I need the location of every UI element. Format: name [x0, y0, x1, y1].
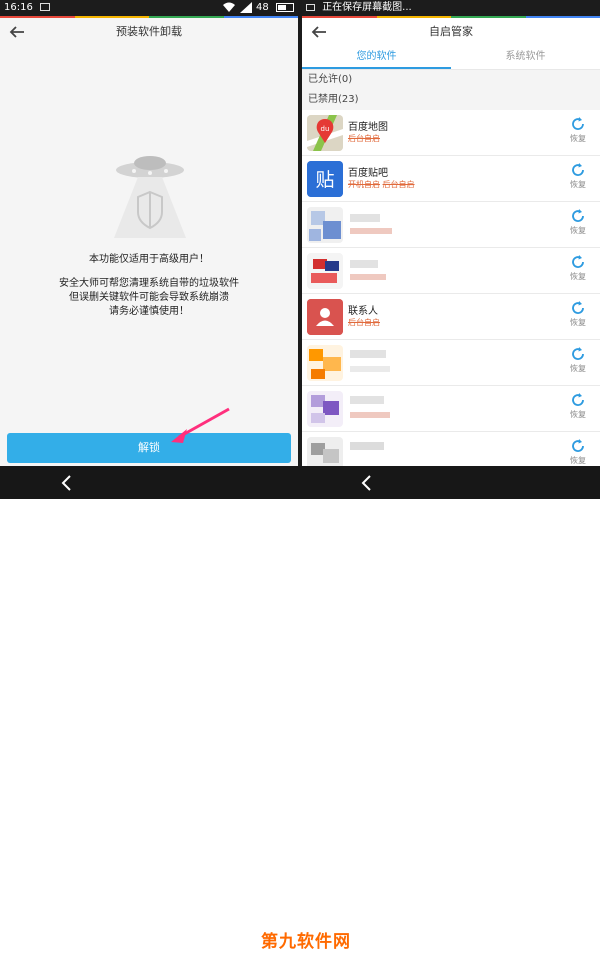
- app-autostart-status: 开机自启 后台自启: [348, 180, 415, 189]
- right-screen: 正在保存屏幕截图... 自启管家 您的软件 系统软件 已允许(0) 已禁用(23…: [302, 0, 600, 466]
- contacts-icon: [307, 299, 343, 335]
- status-bar: 正在保存屏幕截图...: [302, 0, 600, 16]
- restore-label: 恢复: [570, 456, 586, 465]
- status-time: 16:16: [4, 2, 33, 13]
- blurred-app-icon: [307, 391, 343, 427]
- blurred-text: [350, 260, 378, 268]
- section-allowed: 已允许(0): [302, 70, 600, 90]
- list-item: 恢复: [302, 248, 600, 294]
- notice-line: 安全大师可帮您清理系统自带的垃圾软件: [59, 278, 239, 289]
- restore-icon: [572, 439, 584, 452]
- restore-icon: [572, 209, 584, 222]
- list-item: 恢复: [302, 340, 600, 386]
- restore-label: 恢复: [570, 364, 586, 373]
- blurred-text: [350, 228, 392, 234]
- blurred-app-icon: [307, 253, 343, 289]
- restore-icon: [572, 393, 584, 406]
- blurred-app-icon: [307, 437, 343, 466]
- list-item: 恢复: [302, 202, 600, 248]
- restore-label: 恢复: [570, 272, 586, 281]
- app-autostart-status: 后台自启: [348, 134, 380, 143]
- restore-label: 恢复: [570, 180, 586, 189]
- restore-button[interactable]: 恢复: [566, 254, 590, 282]
- baidu-map-icon: du: [307, 115, 343, 151]
- status-notification: 正在保存屏幕截图...: [322, 2, 412, 13]
- restore-label: 恢复: [570, 410, 586, 419]
- list-item: 联系人 后台自启 恢复: [302, 294, 600, 340]
- blurred-text: [350, 396, 384, 404]
- blurred-text: [350, 412, 390, 418]
- notice-title: 本功能仅适用于高级用户！: [89, 254, 209, 265]
- tab-your-apps[interactable]: 您的软件: [302, 46, 451, 69]
- screenshot-icon: [306, 3, 315, 11]
- navigation-bar: 第九软件网 WWW.D9SOFT.COM: [0, 466, 600, 960]
- baidu-tieba-icon: 贴: [307, 161, 343, 197]
- ufo-shield-illustration: [100, 150, 200, 242]
- page-title: 自启管家: [429, 25, 473, 38]
- restore-button[interactable]: 恢复: [566, 438, 590, 466]
- restore-button[interactable]: 恢复: [566, 208, 590, 236]
- app-list: du 百度地图 后台自启 恢复 贴 百度贴吧 开机自启 后台自启 恢复 恢复 恢…: [302, 110, 600, 466]
- restore-label: 恢复: [570, 318, 586, 327]
- app-autostart-status: 后台自启: [348, 318, 380, 327]
- blurred-text: [350, 274, 386, 280]
- signal-icon: [240, 2, 252, 19]
- list-item: du 百度地图 后台自启 恢复: [302, 110, 600, 156]
- svg-text:贴: 贴: [315, 169, 334, 191]
- watermark-logo: 第九软件网 WWW.D9SOFT.COM: [251, 933, 361, 961]
- app-name: 百度贴吧: [348, 168, 388, 179]
- notice-line: 请务必谨慎使用！: [109, 306, 189, 317]
- back-arrow-icon[interactable]: [8, 23, 26, 41]
- page-title: 预装软件卸载: [116, 25, 182, 38]
- tab-system-apps[interactable]: 系统软件: [451, 46, 600, 69]
- nav-back-icon[interactable]: [358, 474, 376, 492]
- list-item: 恢复: [302, 432, 600, 466]
- restore-button[interactable]: 恢复: [566, 346, 590, 374]
- blurred-text: [350, 442, 384, 450]
- restore-label: 恢复: [570, 134, 586, 143]
- app-name: 联系人: [348, 306, 378, 317]
- signal-value: 48: [256, 2, 269, 13]
- left-screen: 16:16 48 预装软件卸载 本功能仅适用于高级用户！ 安全大师可帮您清理系统: [0, 0, 298, 466]
- back-arrow-icon[interactable]: [310, 23, 328, 41]
- svg-text:du: du: [321, 125, 330, 133]
- blurred-text: [350, 366, 390, 372]
- app-name: 百度地图: [348, 122, 388, 133]
- restore-icon: [572, 255, 584, 268]
- battery-icon: [276, 3, 294, 12]
- pointer-arrow-icon: [165, 405, 235, 449]
- nav-back-icon[interactable]: [58, 474, 76, 492]
- blurred-app-icon: [307, 207, 343, 243]
- restore-icon: [572, 347, 584, 360]
- restore-label: 恢复: [570, 226, 586, 235]
- blurred-text: [350, 350, 386, 358]
- unlock-button[interactable]: 解锁: [7, 433, 291, 463]
- restore-button[interactable]: 恢复: [566, 162, 590, 190]
- notice-line: 但误删关键软件可能会导致系统崩溃: [69, 292, 229, 303]
- restore-icon: [572, 117, 584, 130]
- notification-icon: [40, 3, 51, 11]
- list-item: 贴 百度贴吧 开机自启 后台自启 恢复: [302, 156, 600, 202]
- restore-button[interactable]: 恢复: [566, 392, 590, 420]
- restore-button[interactable]: 恢复: [566, 116, 590, 144]
- notice: 本功能仅适用于高级用户！ 安全大师可帮您清理系统自带的垃圾软件 但误删关键软件可…: [0, 250, 298, 319]
- title-bar: 自启管家: [302, 18, 600, 46]
- list-item: 恢复: [302, 386, 600, 432]
- restore-icon: [572, 163, 584, 176]
- section-disabled: 已禁用(23): [302, 90, 600, 110]
- watermark-sub: WWW.D9SOFT.COM: [262, 951, 350, 960]
- restore-icon: [572, 301, 584, 314]
- tabs: 您的软件 系统软件: [302, 46, 600, 70]
- status-bar: 16:16 48: [0, 0, 298, 16]
- blurred-text: [350, 214, 380, 222]
- watermark-main: 第九软件网: [261, 932, 351, 952]
- title-bar: 预装软件卸载: [0, 18, 298, 46]
- blurred-app-icon: [307, 345, 343, 381]
- wifi-icon: [222, 1, 236, 19]
- restore-button[interactable]: 恢复: [566, 300, 590, 328]
